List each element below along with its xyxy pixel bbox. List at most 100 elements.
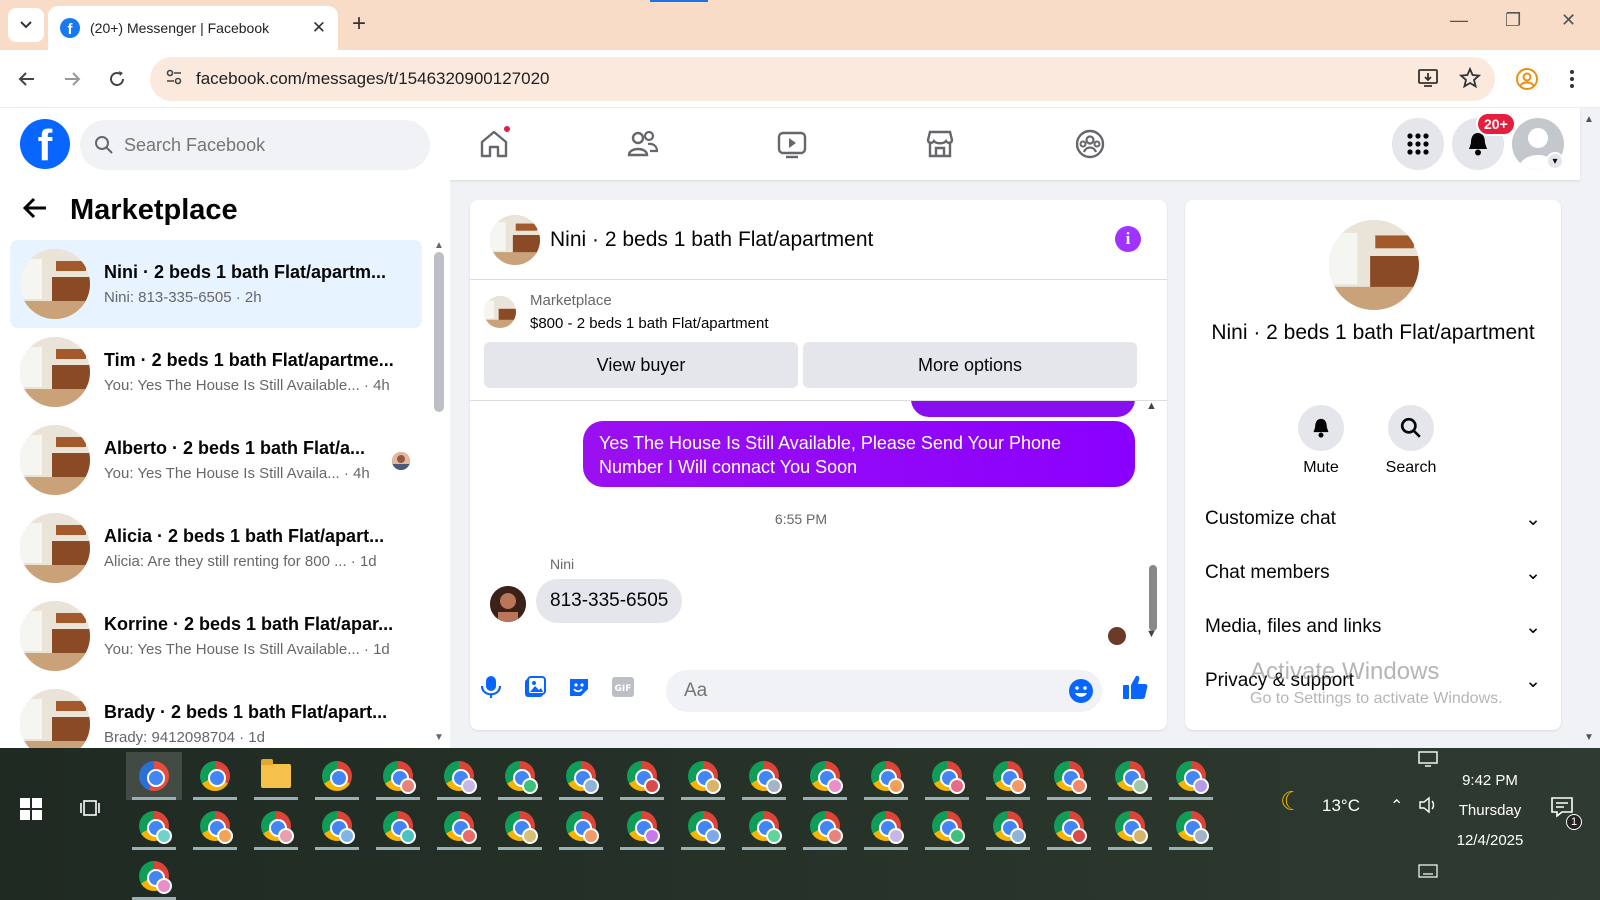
chrome-profile-icon[interactable] [431,752,487,800]
nav-gaming[interactable] [1070,124,1110,164]
chrome-profile-icon[interactable] [614,802,670,850]
thumbs-up-icon[interactable] [1118,672,1152,702]
chrome-profile-icon[interactable] [736,752,792,800]
restore-icon[interactable]: ❐ [1505,10,1521,31]
chevron-up-icon[interactable]: ⌃ [1390,796,1403,816]
chat-title[interactable]: Nini · 2 beds 1 bath Flat/apartment [550,228,873,252]
windows-start-icon[interactable] [20,798,42,825]
conversation-item[interactable]: Alicia · 2 beds 1 bath Flat/apart... Ali… [10,504,422,592]
chrome-profile-icon[interactable] [431,802,487,850]
chrome-profile-icon[interactable] [1163,802,1219,850]
page-scroll-down-icon[interactable]: ▼ [1584,732,1594,743]
notifications-button[interactable]: 20+ [1452,112,1516,170]
chrome-profile-icon[interactable] [492,802,548,850]
profile-menu-button[interactable] [1512,64,1542,94]
chat-thumbnail[interactable] [490,214,540,265]
conversation-item[interactable]: Nini · 2 beds 1 bath Flat/apartm... Nini… [10,240,422,328]
file-explorer-icon[interactable] [248,752,304,800]
message-input-box[interactable] [666,670,1102,712]
customize-chat-section[interactable]: Customize chat ⌄ [1205,494,1541,544]
install-app-icon[interactable] [1417,67,1439,94]
chrome-profile-icon[interactable] [858,752,914,800]
task-view-icon[interactable] [80,798,102,825]
chrome-profile-icon[interactable] [492,752,548,800]
chrome-profile-icon[interactable] [1041,802,1097,850]
chrome-profile-icon[interactable] [187,802,243,850]
facebook-search[interactable] [80,120,430,170]
list-scroll-down-icon[interactable]: ▼ [434,732,444,743]
chat-scroll-down-icon[interactable]: ▼ [1146,628,1157,640]
chrome-profile-icon[interactable] [309,752,365,800]
weather-moon-icon[interactable]: ☾ [1280,786,1303,817]
chrome-profile-icon[interactable] [1102,752,1158,800]
chrome-profile-icon[interactable] [309,802,365,850]
search-conversation-button[interactable]: Search [1371,405,1451,477]
chat-scroll-up-icon[interactable]: ▲ [1146,400,1157,412]
conversation-item[interactable]: Alberto · 2 beds 1 bath Flat/a... You: Y… [10,416,422,504]
forward-button[interactable] [57,64,87,94]
chrome-profile-icon[interactable] [126,802,182,850]
temperature[interactable]: 13°C [1322,796,1360,816]
chrome-profile-icon[interactable] [1102,802,1158,850]
microphone-icon[interactable] [476,672,506,702]
address-bar[interactable]: facebook.com/messages/t/1546320900127020 [150,57,1495,101]
menu-button[interactable] [1392,118,1444,170]
pinned-app-icon[interactable] [126,752,182,800]
close-window-icon[interactable]: ✕ [1561,10,1576,31]
chrome-profile-icon[interactable] [614,752,670,800]
page-scroll-up-icon[interactable]: ▲ [1584,114,1594,125]
back-button[interactable] [12,64,42,94]
chrome-profile-icon[interactable] [736,802,792,850]
nav-home[interactable] [474,124,514,164]
media-files-links-section[interactable]: Media, files and links ⌄ [1205,602,1541,652]
more-options-button[interactable]: More options [803,342,1137,388]
chrome-profile-icon[interactable] [797,752,853,800]
chrome-profile-icon[interactable] [126,852,182,900]
mute-button[interactable]: Mute [1281,405,1361,477]
chrome-profile-icon[interactable] [187,752,243,800]
privacy-support-section[interactable]: Privacy & support ⌄ [1205,656,1541,706]
site-info-icon[interactable] [154,67,194,92]
sticker-icon[interactable] [564,672,594,702]
bookmark-star-icon[interactable] [1458,66,1482,94]
chrome-profile-icon[interactable] [675,802,731,850]
chrome-profile-icon[interactable] [553,752,609,800]
facebook-logo-icon[interactable]: f [20,119,70,169]
chrome-profile-icon[interactable] [1163,752,1219,800]
back-arrow-icon[interactable] [22,195,48,227]
system-clock[interactable]: 9:42 PM Thursday 12/4/2025 [1440,766,1540,856]
chrome-profile-icon[interactable] [858,802,914,850]
browser-tab[interactable]: f (20+) Messenger | Facebook ✕ [48,6,338,50]
conversation-item[interactable]: Tim · 2 beds 1 bath Flat/apartme... You:… [10,328,422,416]
sender-avatar[interactable] [490,586,526,622]
speaker-icon[interactable] [1418,796,1438,819]
chrome-profile-icon[interactable] [919,802,975,850]
list-scrollbar[interactable] [434,252,444,412]
chat-members-section[interactable]: Chat members ⌄ [1205,548,1541,598]
browser-menu-button[interactable] [1557,64,1587,94]
view-buyer-button[interactable]: View buyer [484,342,798,388]
marketplace-listing-card[interactable]: Marketplace $800 - 2 beds 1 bath Flat/ap… [484,292,768,332]
chrome-profile-icon[interactable] [675,752,731,800]
minimize-icon[interactable]: — [1450,10,1468,31]
nav-marketplace[interactable] [920,124,960,164]
chevron-down-icon[interactable]: ▾ [1546,152,1564,170]
chrome-profile-icon[interactable] [1041,752,1097,800]
keyboard-icon[interactable] [1418,864,1438,883]
nav-friends[interactable] [623,124,663,164]
nav-video[interactable] [772,124,812,164]
chrome-profile-icon[interactable] [797,802,853,850]
chrome-profile-icon[interactable] [919,752,975,800]
tab-search-button[interactable] [8,8,44,42]
gif-icon[interactable]: GIF [608,672,638,702]
reload-button[interactable] [102,64,132,94]
message-input[interactable] [684,680,1044,702]
emoji-icon[interactable] [1068,678,1094,709]
image-icon[interactable] [520,672,550,702]
chat-scrollbar[interactable] [1149,565,1157,631]
chrome-profile-icon[interactable] [370,752,426,800]
chrome-profile-icon[interactable] [248,802,304,850]
info-icon[interactable]: i [1115,226,1141,252]
chrome-profile-icon[interactable] [553,802,609,850]
conversation-item[interactable]: Korrine · 2 beds 1 bath Flat/apar... You… [10,592,422,680]
